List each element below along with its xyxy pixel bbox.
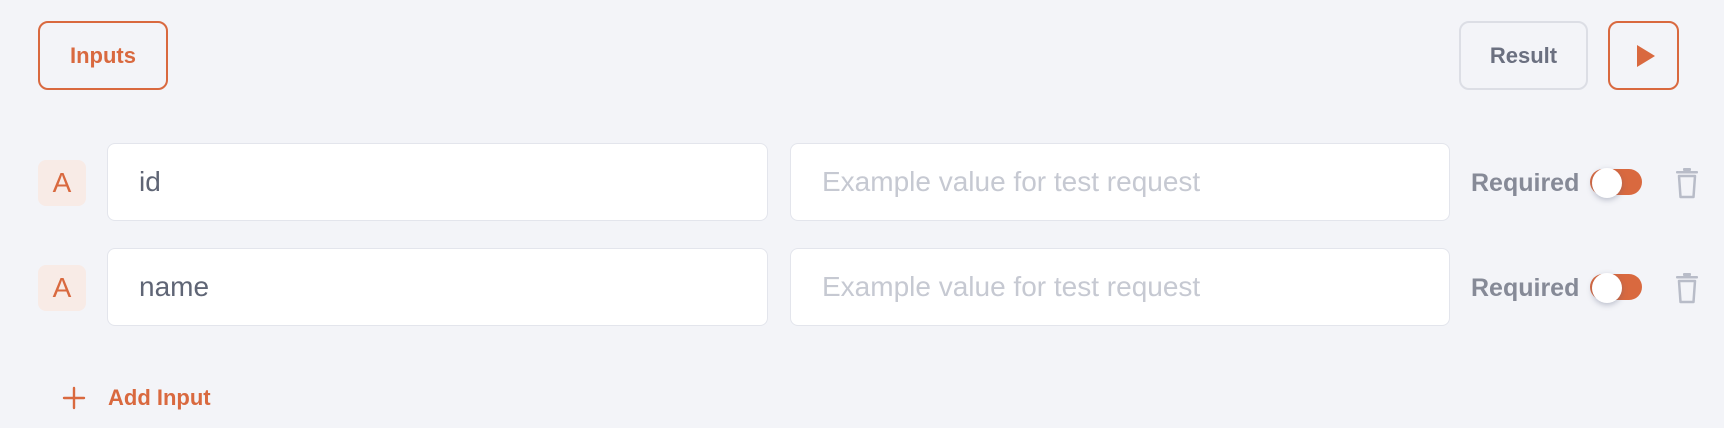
plus-icon (62, 386, 86, 410)
run-button[interactable] (1608, 21, 1679, 90)
toggle-knob[interactable] (1592, 168, 1622, 198)
play-icon (1636, 44, 1655, 67)
type-badge[interactable]: A (38, 265, 86, 311)
input-name-field[interactable]: id (107, 143, 768, 221)
inputs-button[interactable]: Inputs (38, 21, 168, 90)
trash-icon[interactable] (1673, 167, 1701, 199)
example-value-field[interactable]: Example value for test request (790, 143, 1450, 221)
input-name-field[interactable]: name (107, 248, 768, 326)
add-input-button[interactable]: Add Input (62, 381, 211, 415)
input-row: A id Example value for test request Requ… (0, 143, 1724, 221)
toggle-knob[interactable] (1592, 273, 1622, 303)
example-value-field[interactable]: Example value for test request (790, 248, 1450, 326)
result-button[interactable]: Result (1459, 21, 1588, 90)
trash-icon[interactable] (1673, 272, 1701, 304)
required-label: Required (1471, 274, 1580, 302)
type-badge[interactable]: A (38, 160, 86, 206)
add-input-label: Add Input (108, 385, 211, 410)
input-row: A name Example value for test request Re… (0, 248, 1724, 326)
required-label: Required (1471, 169, 1580, 197)
